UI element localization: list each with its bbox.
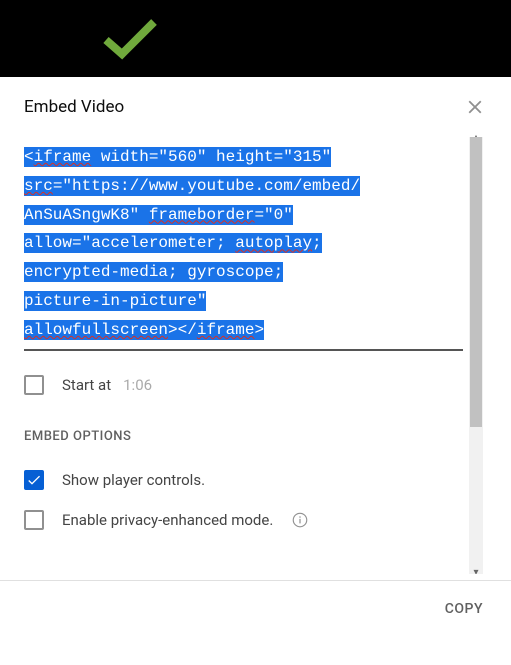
start-at-checkbox[interactable] (24, 375, 44, 395)
dialog-header: Embed Video (0, 77, 511, 129)
privacy-mode-checkbox[interactable] (24, 510, 44, 530)
checkmark-icon (100, 16, 160, 61)
start-at-time[interactable]: 1:06 (123, 376, 152, 394)
player-controls-checkbox[interactable] (24, 470, 44, 490)
scrollbar-track[interactable]: ▴ ▾ (469, 137, 483, 574)
copy-button[interactable]: COPY (441, 595, 487, 623)
player-controls-row: Show player controls. (24, 460, 463, 500)
dialog-title: Embed Video (24, 97, 124, 117)
scroll-down-arrow[interactable]: ▾ (471, 568, 481, 574)
privacy-mode-row: Enable privacy-enhanced mode. (24, 500, 463, 540)
start-at-label: Start at (62, 376, 111, 394)
dialog-footer: COPY (0, 580, 511, 637)
top-bar (0, 0, 511, 77)
dialog-content: <iframe width="560" height="315" src="ht… (0, 129, 511, 574)
privacy-mode-label: Enable privacy-enhanced mode. (62, 511, 273, 529)
close-icon[interactable] (463, 95, 487, 119)
start-at-row: Start at 1:06 (24, 355, 463, 411)
embed-video-dialog: Embed Video <iframe width="560" height="… (0, 77, 511, 637)
player-controls-label: Show player controls. (62, 471, 205, 489)
scrollbar-thumb[interactable] (470, 137, 482, 427)
embed-code-textarea[interactable]: <iframe width="560" height="315" src="ht… (24, 129, 463, 351)
info-icon[interactable] (291, 511, 309, 529)
embed-options-heading: EMBED OPTIONS (24, 411, 463, 460)
